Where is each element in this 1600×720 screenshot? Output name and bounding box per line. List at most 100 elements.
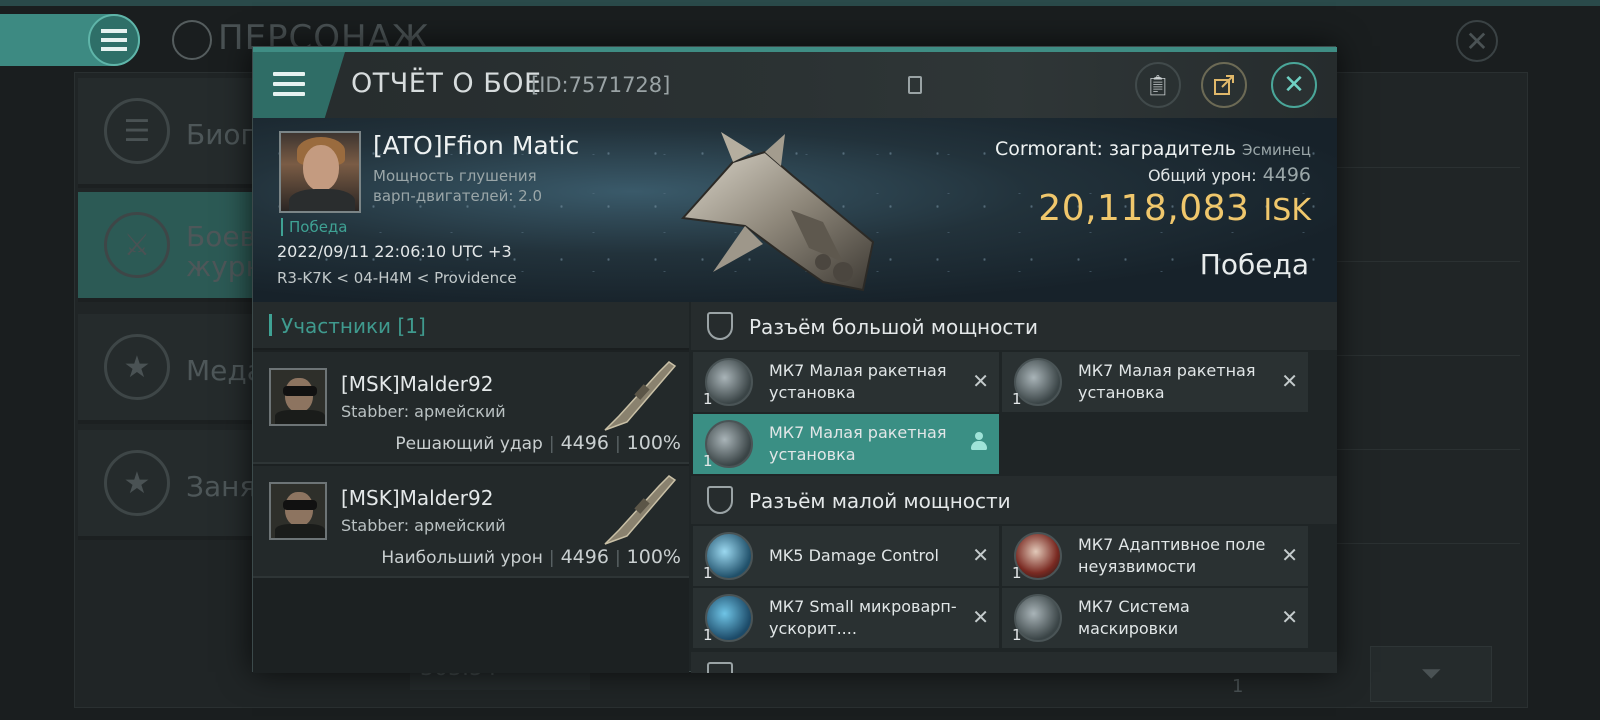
participant-avatar[interactable] (269, 368, 327, 426)
participant-damage: 4496 (560, 546, 609, 568)
module-quantity: 1 (703, 452, 713, 470)
participant-row[interactable]: [MSK]Malder92 Stabber: армейский Наиболь… (253, 466, 689, 578)
module-slot[interactable]: 1 МК7 Малая ракетная установка ✕ (1002, 352, 1308, 412)
shield-slot-icon (707, 486, 733, 514)
menu-icon (101, 29, 127, 51)
dialog-close-button[interactable]: ✕ (1271, 62, 1317, 108)
notes-button[interactable]: 📋︎ (1135, 62, 1181, 108)
destroyed-icon: ✕ (1281, 543, 1298, 567)
victim-name[interactable]: [ATO]Ffion Matic (373, 131, 579, 160)
destroyed-icon: ✕ (972, 369, 989, 393)
module-slot[interactable]: 1 МК7 Small микроварп-ускорит.... ✕ (693, 588, 999, 648)
module-slot-selected[interactable]: 1 МК7 Малая ракетная установка (693, 414, 999, 474)
module-name: МК7 Адаптивное поле неуязвимости (1078, 535, 1266, 576)
module-slot[interactable]: 1 МК7 Адаптивное поле неуязвимости ✕ (1002, 526, 1308, 586)
module-name: МК7 Малая ракетная установка (769, 423, 947, 464)
menu-icon (273, 72, 305, 96)
share-icon (1214, 75, 1234, 95)
module-slot[interactable]: 1 MK5 Damage Control ✕ (693, 526, 999, 586)
participants-header: Участники [1] (253, 302, 689, 350)
crossed-swords-icon: ⚔ (104, 212, 170, 278)
ship-name[interactable]: Cormorant: заградитель Эсминец (995, 138, 1311, 160)
module-quantity: 1 (1012, 626, 1022, 644)
ship-image (680, 132, 875, 292)
module-name: МК7 Малая ракетная установка (769, 361, 947, 402)
participant-name: [MSK]Malder92 (341, 486, 494, 510)
character-logo-icon (172, 20, 212, 60)
participant-name: [MSK]Malder92 (341, 372, 494, 396)
status-tag: Победа (281, 218, 348, 236)
isk-value: 20,118,083 ISK (1038, 188, 1311, 229)
isk-amount: 20,118,083 (1038, 188, 1250, 229)
participant-avatar[interactable] (269, 482, 327, 540)
timestamp: 2022/09/11 22:06:10 UTC +3 (277, 242, 512, 261)
main-menu-button[interactable] (88, 14, 140, 66)
page-close-button[interactable]: ✕ (1456, 20, 1498, 62)
module-name: MK5 Damage Control (769, 546, 939, 565)
participants-panel: Участники [1] [MSK]Malder92 Stabber: арм… (253, 302, 689, 673)
star-badge-icon: ★ (104, 450, 170, 516)
background-list (1310, 118, 1520, 588)
combat-report-dialog: ОТЧЁТ О БОЕ [ID:7571728] 📋︎ ✕ [ATO]Ffion… (252, 46, 1337, 673)
module-name: МК7 Малая ракетная установка (1078, 361, 1256, 402)
participant-damage: 4496 (560, 432, 609, 454)
low-slot-header: Разъём малой мощности (691, 476, 1337, 524)
victim-banner: [ATO]Ffion Matic Мощность глушения варп-… (253, 118, 1337, 302)
top-accent-line (0, 0, 1600, 6)
attribute-line: варп-двигателей: 2.0 (373, 187, 543, 205)
participant-ship: Stabber: армейский (341, 516, 506, 535)
weapon-icon (604, 475, 677, 545)
participant-role: Наибольший урон (381, 548, 543, 568)
next-slot-header (691, 652, 1337, 673)
star-badge-icon: ★ (104, 334, 170, 400)
slot-header-text: Разъём малой мощности (749, 489, 1011, 513)
module-quantity: 1 (703, 564, 713, 582)
location[interactable]: R3-K7K < 04-H4M < Providence (277, 269, 517, 287)
module-name: МК7 Small микроварп-ускорит.... (769, 597, 957, 638)
close-icon: ✕ (1465, 24, 1489, 58)
participant-percent: 100% (626, 546, 681, 568)
module-quantity: 1 (703, 626, 713, 644)
copy-icon[interactable] (908, 76, 922, 94)
total-damage-label: Общий урон: (1147, 166, 1257, 185)
fitting-panel: Разъём большой мощности 1 МК7 Малая раке… (691, 302, 1337, 673)
total-damage: Общий урон: 4496 (1148, 164, 1311, 186)
destroyed-icon: ✕ (972, 543, 989, 567)
participant-percent: 100% (626, 432, 681, 454)
participant-ship: Stabber: армейский (341, 402, 506, 421)
filter-button[interactable]: ⏷ (1370, 646, 1492, 702)
isk-unit: ISK (1263, 193, 1311, 228)
battle-result: Победа (1199, 248, 1309, 281)
page-number: 1 (1232, 676, 1244, 697)
victim-attribute: Мощность глушения варп-двигателей: 2.0 (373, 166, 583, 206)
shield-slot-icon (707, 662, 733, 673)
module-quantity: 1 (703, 390, 713, 408)
share-button[interactable] (1201, 62, 1247, 108)
participant-stats: Наибольший урон | 4496 | 100% (381, 546, 681, 568)
module-slot[interactable]: 1 МК7 Система маскировки ✕ (1002, 588, 1308, 648)
destroyed-icon: ✕ (972, 605, 989, 629)
weapon-icon (604, 361, 677, 431)
shield-slot-icon (707, 312, 733, 340)
report-id: [ID:7571728] (531, 73, 671, 97)
module-name: МК7 Система маскировки (1078, 597, 1190, 638)
dialog-menu-button[interactable] (253, 52, 345, 118)
victim-avatar[interactable] (279, 131, 361, 213)
participant-stats: Решающий удар | 4496 | 100% (395, 432, 681, 454)
module-quantity: 1 (1012, 564, 1022, 582)
dialog-title: ОТЧЁТ О БОЕ (351, 68, 542, 99)
dropped-pilot-icon (971, 432, 987, 452)
destroyed-icon: ✕ (1281, 605, 1298, 629)
participant-role: Решающий удар (395, 434, 543, 454)
menu-icon: ☰ (104, 98, 170, 164)
ship-class: Эсминец (1241, 141, 1311, 159)
module-slot[interactable]: 1 МК7 Малая ракетная установка ✕ (693, 352, 999, 412)
slot-header-text: Разъём большой мощности (749, 315, 1038, 339)
attribute-line: Мощность глушения (373, 167, 537, 185)
destroyed-icon: ✕ (1281, 369, 1298, 393)
participant-row[interactable]: [MSK]Malder92 Stabber: армейский Решающи… (253, 352, 689, 464)
ship-name-text: Cormorant: заградитель (995, 138, 1236, 160)
close-icon: ✕ (1283, 70, 1305, 100)
filter-icon: ⏷ (1420, 658, 1442, 689)
participants-header-text: Участники [1] (281, 314, 426, 338)
